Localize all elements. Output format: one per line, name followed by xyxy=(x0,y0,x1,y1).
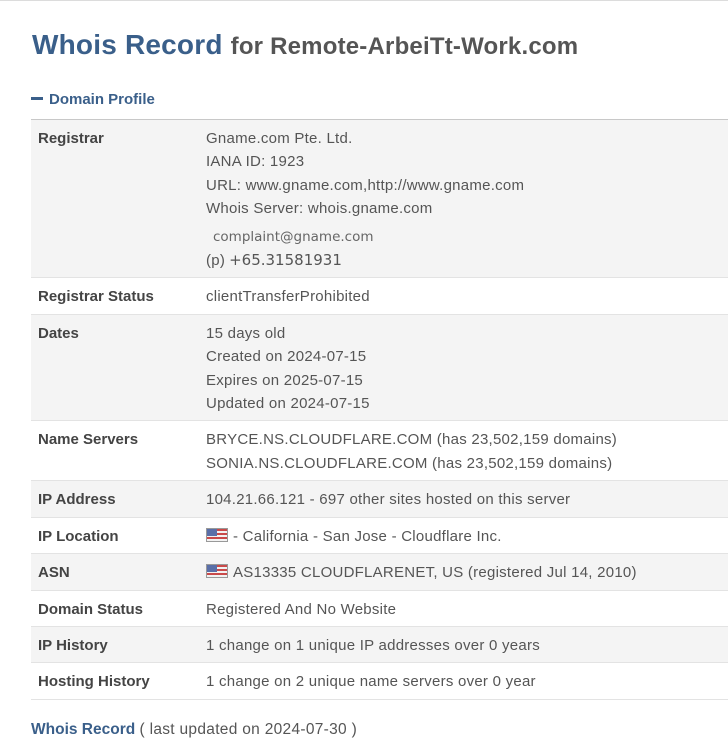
last-updated-note: ( last updated on 2024-07-30 ) xyxy=(139,721,358,738)
whois-record-footer: Whois Record ( last updated on 2024-07-3… xyxy=(31,721,357,739)
asn-value: AS13335 CLOUDFLARENET, US (registered Ju… xyxy=(233,564,637,582)
table-row-hosting-history: Hosting History 1 change on 2 unique nam… xyxy=(31,662,728,700)
created-date: Created on 2024-07-15 xyxy=(206,348,367,366)
domain-profile-table: Registrar Gname.com Pte. Ltd. IANA ID: 1… xyxy=(31,119,728,700)
name-server-2: SONIA.NS.CLOUDFLARE.COM (has 23,502,159 … xyxy=(206,454,613,472)
registrar-status-value: clientTransferProhibited xyxy=(206,277,728,315)
name-server-1: BRYCE.NS.CLOUDFLARE.COM (has 23,502,159 … xyxy=(206,431,618,449)
row-label: IP Location xyxy=(31,517,206,555)
domain-age: 15 days old xyxy=(206,324,286,342)
table-row-registrar-status: Registrar Status clientTransferProhibite… xyxy=(31,277,728,315)
ip-address-value: 104.21.66.121 - 697 other sites hosted o… xyxy=(206,480,728,518)
row-label: ASN xyxy=(31,553,206,591)
asn-cell: AS13335 CLOUDFLARENET, US (registered Ju… xyxy=(206,553,728,591)
title-main: Whois Record xyxy=(32,29,223,60)
updated-date: Updated on 2024-07-15 xyxy=(206,395,370,413)
dates-values: 15 days old Created on 2024-07-15 Expire… xyxy=(206,314,728,422)
row-label: Name Servers xyxy=(31,420,206,482)
us-flag-icon xyxy=(206,527,228,542)
table-row-ip-history: IP History 1 change on 1 unique IP addre… xyxy=(31,626,728,664)
name-servers-values: BRYCE.NS.CLOUDFLARE.COM (has 23,502,159 … xyxy=(206,420,728,482)
table-row-ip-address: IP Address 104.21.66.121 - 697 other sit… xyxy=(31,480,728,518)
row-label: Registrar Status xyxy=(31,277,206,315)
ip-location-value: - California - San Jose - Cloudflare Inc… xyxy=(233,527,502,545)
registrar-phone-image: +65.31581931 xyxy=(229,251,342,270)
table-row-dates: Dates 15 days old Created on 2024-07-15 … xyxy=(31,314,728,422)
table-row-name-servers: Name Servers BRYCE.NS.CLOUDFLARE.COM (ha… xyxy=(31,420,728,482)
row-label: IP History xyxy=(31,626,206,664)
row-label: Hosting History xyxy=(31,662,206,700)
registrar-iana: IANA ID: 1923 xyxy=(206,153,305,171)
whois-page: Whois Record for Remote-ArbeiTt-Work.com… xyxy=(0,0,728,747)
top-divider xyxy=(0,0,728,1)
row-label: Dates xyxy=(31,314,206,422)
domain-status-value: Registered And No Website xyxy=(206,590,728,627)
table-row-registrar: Registrar Gname.com Pte. Ltd. IANA ID: 1… xyxy=(31,119,728,279)
registrar-whois-server: Whois Server: whois.gname.com xyxy=(206,200,433,218)
table-row-ip-location: IP Location - California - San Jose - Cl… xyxy=(31,517,728,555)
collapse-minus-icon[interactable] xyxy=(31,97,43,101)
registrar-name: Gname.com Pte. Ltd. xyxy=(206,130,353,147)
footer-title: Whois Record xyxy=(31,721,136,738)
section-label[interactable]: Domain Profile xyxy=(49,91,155,108)
page-title: Whois Record for Remote-ArbeiTt-Work.com xyxy=(32,29,578,61)
row-label: Domain Status xyxy=(31,590,206,627)
hosting-history-value: 1 change on 2 unique name servers over 0… xyxy=(206,662,728,700)
ip-history-value: 1 change on 1 unique IP addresses over 0… xyxy=(206,626,728,664)
registrar-email-image: complaint@gname.com xyxy=(213,228,374,245)
registrar-url: URL: www.gname.com,http://www.gname.com xyxy=(206,176,525,194)
table-row-domain-status: Domain Status Registered And No Website xyxy=(31,590,728,627)
expires-date: Expires on 2025-07-15 xyxy=(206,371,364,389)
title-domain: for Remote-ArbeiTt-Work.com xyxy=(230,33,579,60)
domain-profile-toggle[interactable]: Domain Profile xyxy=(31,91,155,108)
registrar-details: Gname.com Pte. Ltd. IANA ID: 1923 URL: w… xyxy=(206,119,728,279)
table-row-asn: ASN AS13335 CLOUDFLARENET, US (registere… xyxy=(31,553,728,591)
us-flag-icon xyxy=(206,564,228,579)
ip-location-cell: - California - San Jose - Cloudflare Inc… xyxy=(206,517,728,555)
row-label: Registrar xyxy=(31,119,206,279)
row-label: IP Address xyxy=(31,480,206,518)
phone-prefix: (p) xyxy=(206,252,226,270)
